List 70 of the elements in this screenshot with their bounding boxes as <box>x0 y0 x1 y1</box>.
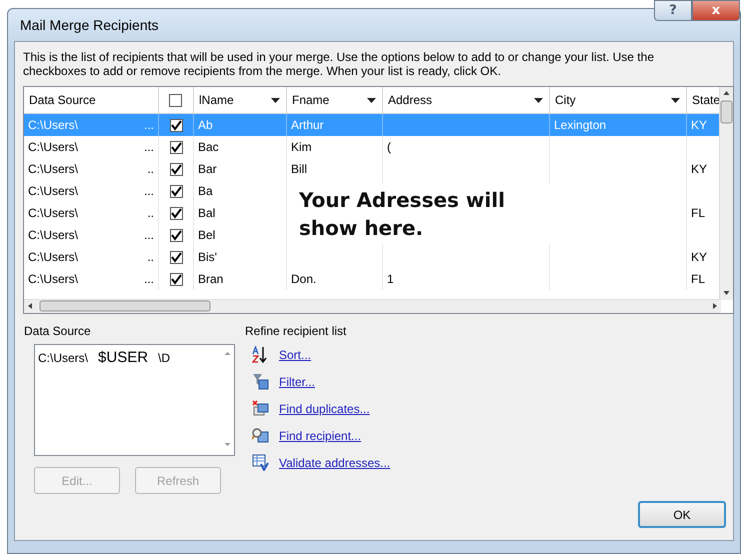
ellipsis-text: ... <box>144 228 154 242</box>
table-cell: C:\Users\ <box>28 162 78 176</box>
table-cell: Bel <box>198 228 216 242</box>
help-button[interactable]: ? <box>654 0 692 21</box>
data-source-list[interactable]: C:\Users\ $USER \D <box>34 344 235 456</box>
checkbox[interactable] <box>170 250 182 264</box>
checkbox[interactable] <box>170 184 182 198</box>
section-label: Refine recipient list <box>245 324 348 338</box>
link[interactable]: Sort... <box>279 348 312 362</box>
table-cell: Bac <box>198 140 219 154</box>
table-cell: FL <box>691 272 706 286</box>
table-cell: Bal <box>198 206 216 220</box>
checkbox[interactable] <box>170 162 182 176</box>
column-header[interactable]: Address <box>388 93 432 107</box>
table-cell: Lexington <box>554 118 606 132</box>
table-cell: C:\Users\ <box>28 206 78 220</box>
ellipsis-text: .. <box>147 250 154 264</box>
table-cell: C:\Users\ <box>28 184 78 198</box>
link[interactable]: Find recipient... <box>279 428 362 442</box>
link[interactable]: Filter... <box>279 374 316 388</box>
table-cell: Bran <box>198 272 224 286</box>
checkbox[interactable] <box>170 206 182 220</box>
section-label: Data Source <box>24 324 92 338</box>
table-cell: Ba <box>198 184 213 198</box>
ellipsis-text: .. <box>147 162 154 176</box>
table-cell: Ab <box>198 118 213 132</box>
table-cell: Arthur <box>291 118 324 132</box>
column-header[interactable]: Data Source <box>29 93 96 107</box>
table-cell: C:\Users\ <box>28 272 78 286</box>
table-cell: Kim <box>291 140 312 154</box>
checkbox[interactable] <box>170 228 182 242</box>
table-cell: Don. <box>291 272 316 286</box>
duplicates-icon <box>252 400 269 417</box>
ellipsis-text: ... <box>144 140 154 154</box>
table-cell: KY <box>691 250 708 264</box>
checkbox[interactable] <box>170 118 182 132</box>
table-check-icon <box>252 454 269 471</box>
table-cell: KY <box>691 162 708 176</box>
table-cell: Bar <box>198 162 217 176</box>
table-cell: ( <box>387 140 391 154</box>
table-cell: C:\Users\ <box>28 250 78 264</box>
link[interactable]: Find duplicates... <box>279 402 370 416</box>
column-header[interactable]: City <box>555 93 576 107</box>
checkbox[interactable] <box>169 94 182 106</box>
column-header[interactable]: Fname <box>292 93 330 107</box>
list-item[interactable]: C:\Users\ <box>38 351 88 365</box>
ellipsis-text: ... <box>144 184 154 198</box>
checkbox[interactable] <box>170 272 182 286</box>
window-title: Mail Merge Recipients <box>20 17 158 33</box>
table-cell: C:\Users\ <box>28 118 78 132</box>
table-cell: C:\Users\ <box>28 140 78 154</box>
table-cell: 1 <box>387 272 394 286</box>
link[interactable]: Validate addresses... <box>279 456 390 470</box>
ok-button[interactable]: OK <box>638 501 726 528</box>
ellipsis-text: .. <box>147 206 154 220</box>
user-text: $USER <box>98 349 148 366</box>
sort-icon <box>252 346 269 363</box>
checkbox[interactable] <box>170 140 182 154</box>
table-cell: C:\Users\ <box>28 228 78 242</box>
column-header[interactable]: lName <box>199 93 234 107</box>
table-cell: FL <box>691 206 706 220</box>
ellipsis-text: ... <box>144 272 154 286</box>
table-cell: Bis' <box>198 250 217 264</box>
find-icon <box>252 427 269 444</box>
filter-icon <box>252 373 269 390</box>
list-item-text: \D <box>158 351 170 365</box>
ellipsis-text: ... <box>144 118 154 132</box>
table-cell: KY <box>691 118 708 132</box>
instructions-text: This is the list of recipients that will be used in your merge. Use the options below to add to or change your list. Use the checkboxes to add or remove recipients from the merge. When your list is ready, click OK. <box>23 50 655 78</box>
table-cell: Bill <box>291 162 308 176</box>
